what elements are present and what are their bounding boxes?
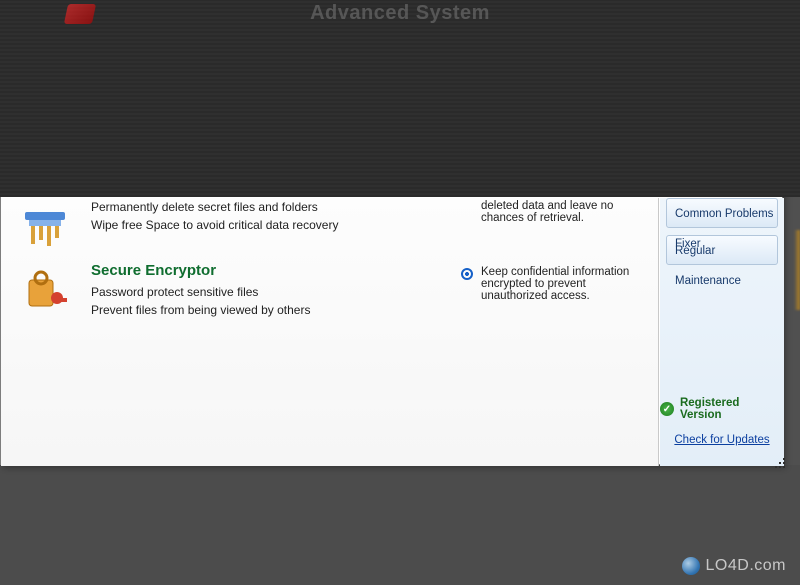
info-icon	[461, 268, 473, 280]
desktop-lower	[0, 465, 800, 585]
watermark: LO4D.com	[682, 557, 786, 575]
feature-shredder[interactable]: Permanently delete secret files and fold…	[21, 200, 648, 236]
check-for-updates-link[interactable]: Check for Updates	[660, 434, 784, 446]
check-icon: ✓	[660, 402, 674, 416]
feature-encryptor-line2: Prevent files from being viewed by other…	[91, 303, 431, 317]
sidebar-btn-common-problems-fixer[interactable]: Common Problems Fixer	[666, 198, 778, 228]
feature-shredder-line1: Permanently delete secret files and fold…	[91, 200, 431, 214]
feature-encryptor-line1: Password protect sensitive files	[91, 285, 431, 299]
feature-encryptor-title: Secure Encryptor	[91, 262, 431, 279]
main-panel: Permanently delete secret files and fold…	[1, 198, 659, 466]
decorative-glow	[794, 230, 800, 310]
shredder-icon	[21, 202, 69, 250]
registered-label: Registered Version	[680, 397, 784, 421]
resize-grip-icon[interactable]	[775, 458, 787, 470]
feature-shredder-desc: deleted data and leave no chances of ret…	[481, 200, 651, 224]
sidebar-btn-regular-maintenance[interactable]: Regular Maintenance	[666, 235, 778, 265]
watermark-text: LO4D.com	[706, 557, 786, 575]
feature-shredder-line2: Wipe free Space to avoid critical data r…	[91, 218, 431, 232]
app-logo-icon	[64, 4, 96, 24]
feature-encryptor[interactable]: Secure Encryptor Password protect sensit…	[21, 262, 648, 321]
globe-icon	[682, 557, 700, 575]
sidebar-panel: Common Problems Fixer Regular Maintenanc…	[660, 198, 784, 466]
feature-encryptor-desc: Keep confidential information encrypted …	[481, 266, 651, 302]
obscured-region: Advanced System	[0, 0, 800, 197]
registered-status: ✓ Registered Version	[660, 398, 784, 420]
encryptor-icon	[21, 264, 69, 312]
window-title: Advanced System	[310, 2, 490, 25]
